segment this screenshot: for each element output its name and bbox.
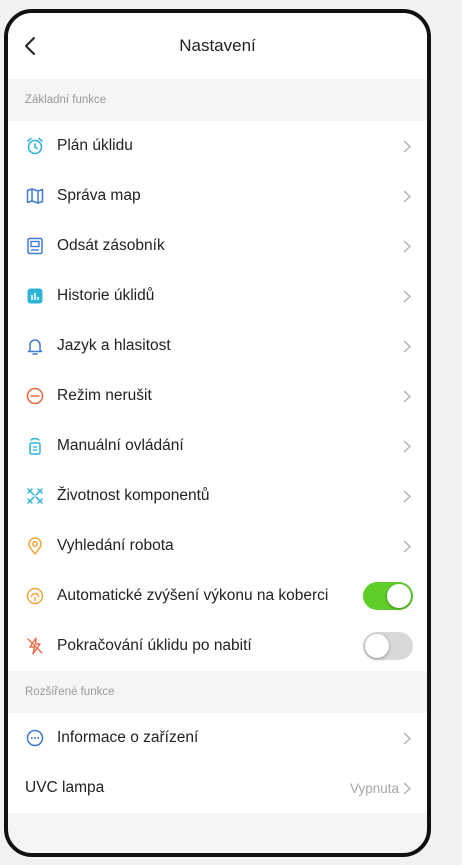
bottom-spacer bbox=[8, 813, 427, 825]
setting-row-do-not-disturb[interactable]: Režim nerušit bbox=[8, 371, 427, 421]
carpet-boost-icon bbox=[25, 586, 45, 606]
section-heading-basic: Základní funkce bbox=[8, 79, 427, 121]
chevron-right-icon bbox=[403, 731, 413, 745]
info-dots-icon bbox=[25, 728, 45, 748]
setting-label: Informace o zařízení bbox=[57, 729, 199, 746]
chevron-right-icon bbox=[403, 489, 413, 503]
phone-frame: Nastavení Základní funkce Plán úklidu Sp… bbox=[4, 9, 431, 857]
setting-label: Historie úklidů bbox=[57, 287, 155, 304]
remote-control-icon bbox=[25, 436, 45, 456]
setting-row-cleaning-history[interactable]: Historie úklidů bbox=[8, 271, 427, 321]
components-icon bbox=[25, 486, 45, 506]
setting-label: Odsát zásobník bbox=[57, 237, 165, 254]
setting-row-uvc-lamp[interactable]: UVC lampa Vypnuta bbox=[8, 763, 427, 813]
setting-label: Jazyk a hlasitost bbox=[57, 337, 171, 354]
back-button[interactable] bbox=[18, 33, 42, 59]
top-bar: Nastavení bbox=[8, 13, 427, 79]
bell-icon bbox=[25, 336, 45, 356]
chevron-right-icon bbox=[403, 781, 413, 795]
setting-row-manual-control[interactable]: Manuální ovládání bbox=[8, 421, 427, 471]
setting-row-language-volume[interactable]: Jazyk a hlasitost bbox=[8, 321, 427, 371]
setting-label: Plán úklidu bbox=[57, 137, 133, 154]
history-chart-icon bbox=[25, 286, 45, 306]
setting-label: Pokračování úklidu po nabití bbox=[57, 637, 252, 654]
chevron-right-icon bbox=[403, 239, 413, 253]
chevron-right-icon bbox=[403, 289, 413, 303]
advanced-settings-list: Informace o zařízení UVC lampa Vypnuta bbox=[8, 713, 427, 813]
setting-row-find-robot[interactable]: Vyhledání robota bbox=[8, 521, 427, 571]
chevron-right-icon bbox=[403, 139, 413, 153]
chevron-right-icon bbox=[403, 439, 413, 453]
section-heading-advanced: Rozšířené funkce bbox=[8, 671, 427, 713]
setting-row-component-lifespan[interactable]: Životnost komponentů bbox=[8, 471, 427, 521]
resume-after-charge-toggle[interactable] bbox=[363, 632, 413, 660]
setting-label: Vyhledání robota bbox=[57, 537, 174, 554]
setting-label: Režim nerušit bbox=[57, 387, 152, 404]
carpet-boost-toggle[interactable] bbox=[363, 582, 413, 610]
setting-row-empty-dustbin[interactable]: Odsát zásobník bbox=[8, 221, 427, 271]
page-title: Nastavení bbox=[179, 36, 256, 55]
toggle-knob bbox=[387, 584, 411, 608]
map-icon bbox=[25, 186, 45, 206]
toggle-knob bbox=[365, 634, 389, 658]
chevron-right-icon bbox=[403, 189, 413, 203]
charging-bolt-icon bbox=[25, 636, 45, 656]
back-chevron-icon bbox=[25, 37, 35, 55]
setting-row-resume-after-charge: Pokračování úklidu po nabití bbox=[8, 621, 427, 671]
setting-row-cleaning-schedule[interactable]: Plán úklidu bbox=[8, 121, 427, 171]
chevron-right-icon bbox=[403, 389, 413, 403]
dust-bin-icon bbox=[25, 236, 45, 256]
uvc-lamp-value: Vypnuta bbox=[349, 780, 399, 796]
setting-row-device-info[interactable]: Informace o zařízení bbox=[8, 713, 427, 763]
setting-label: Správa map bbox=[57, 187, 141, 204]
chevron-right-icon bbox=[403, 539, 413, 553]
setting-row-map-management[interactable]: Správa map bbox=[8, 171, 427, 221]
basic-settings-list: Plán úklidu Správa map Odsát zásobník Hi… bbox=[8, 121, 427, 671]
setting-label: Životnost komponentů bbox=[57, 487, 210, 504]
setting-label: UVC lampa bbox=[25, 779, 105, 796]
alarm-clock-icon bbox=[25, 136, 45, 156]
do-not-disturb-icon bbox=[25, 386, 45, 406]
location-pin-icon bbox=[25, 536, 45, 556]
chevron-right-icon bbox=[403, 339, 413, 353]
setting-row-carpet-boost: Automatické zvýšení výkonu na koberci bbox=[8, 571, 427, 621]
setting-label: Manuální ovládání bbox=[57, 437, 184, 454]
setting-label: Automatické zvýšení výkonu na koberci bbox=[57, 587, 329, 604]
